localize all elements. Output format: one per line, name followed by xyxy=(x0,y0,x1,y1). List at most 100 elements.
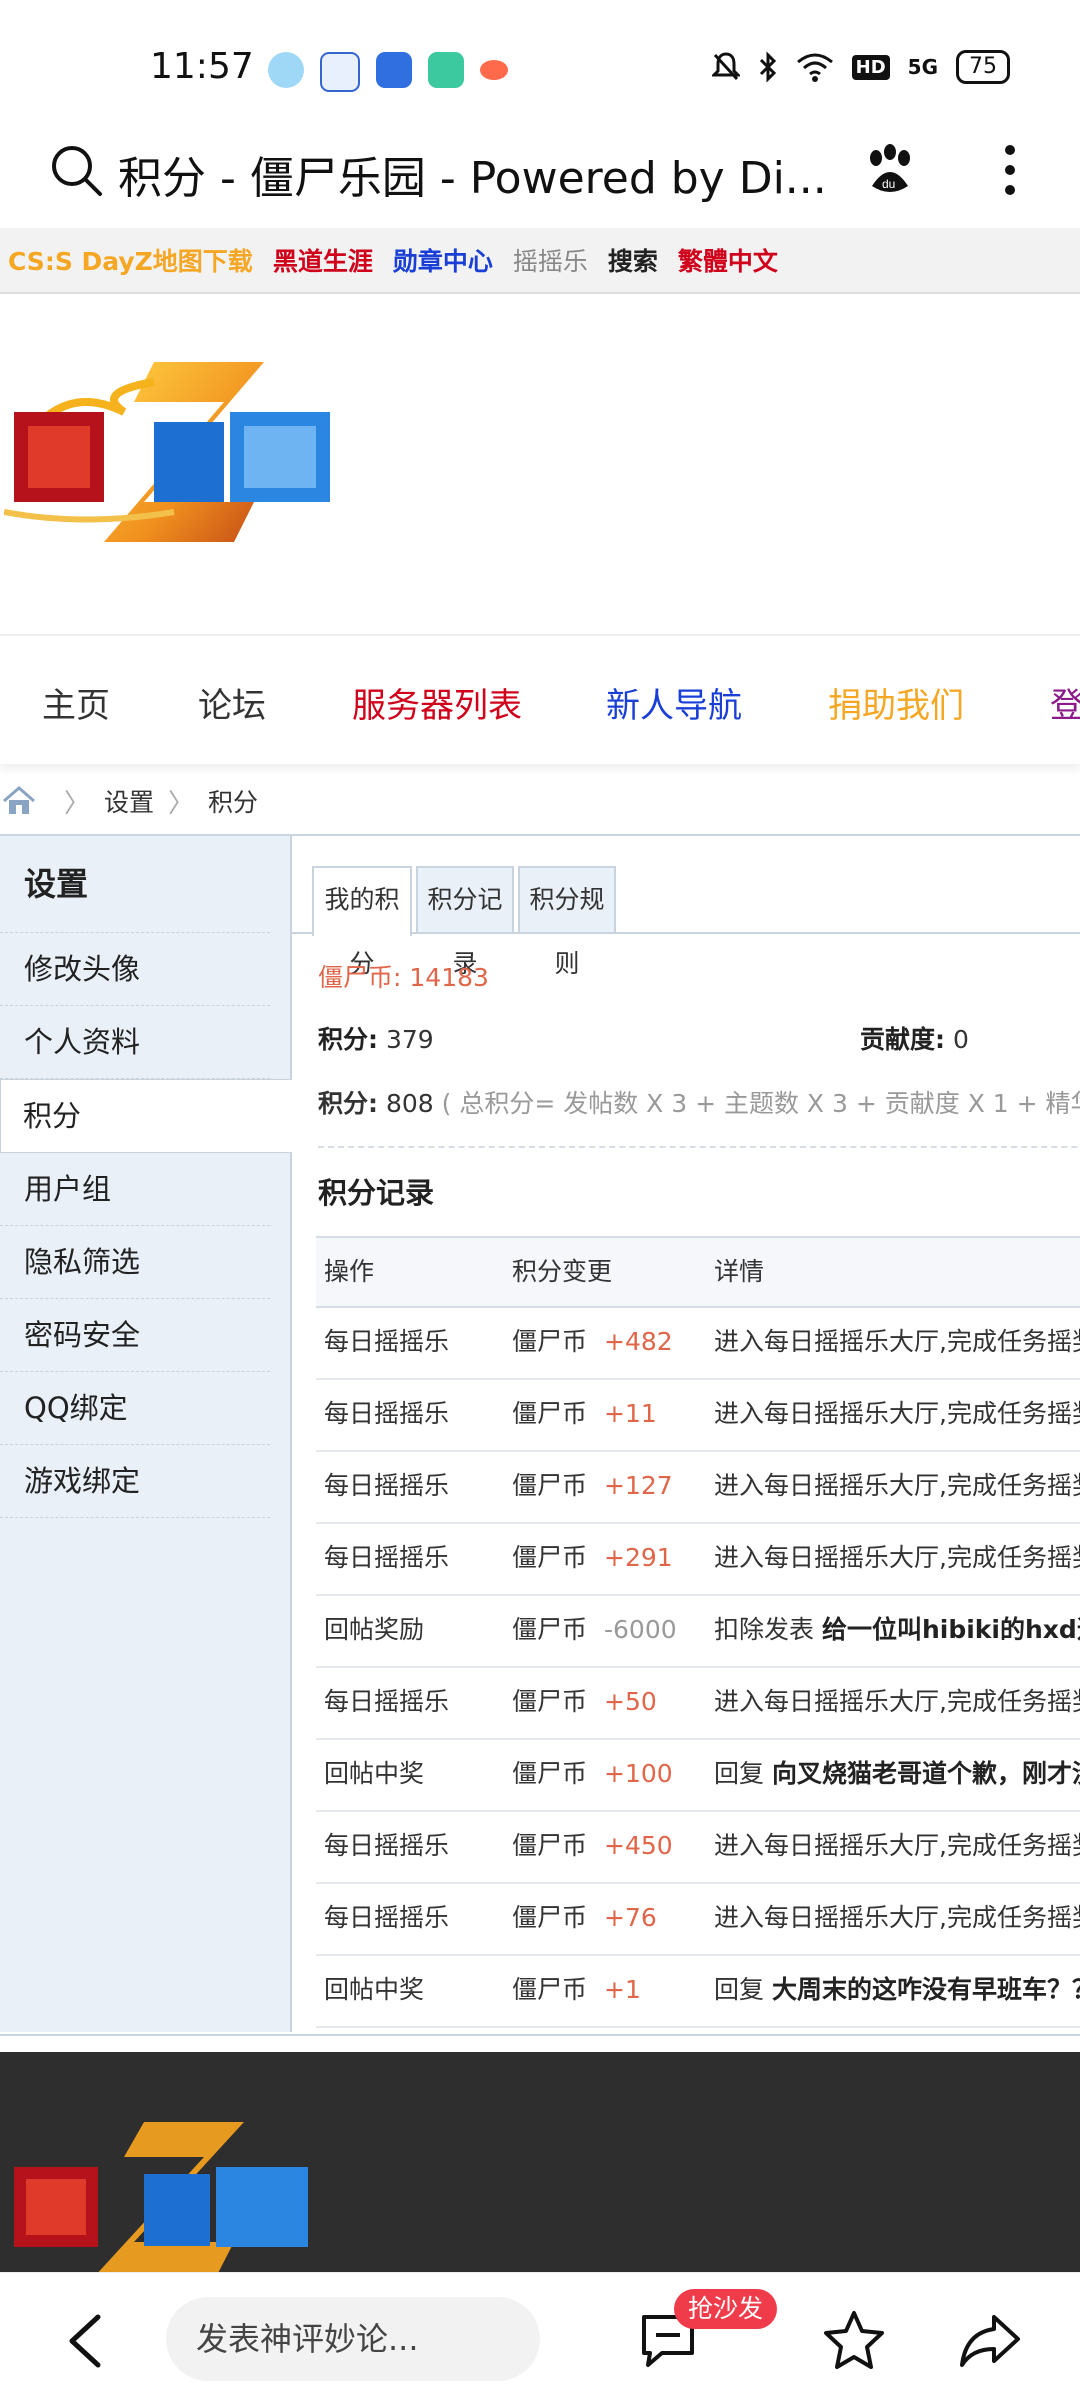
row-detail[interactable]: 进入每日摇摇乐大厅,完成任务摇奖 xyxy=(714,1524,1080,1592)
row-op: 每日摇摇乐 xyxy=(324,1831,450,1860)
total-label: 积分: xyxy=(318,1089,378,1118)
row-detail[interactable]: 进入每日摇摇乐大厅,完成任务摇奖 xyxy=(714,1452,1080,1520)
top-link-2[interactable]: 勋章中心 xyxy=(393,242,493,278)
top-link-4[interactable]: 搜索 xyxy=(608,242,658,278)
points-panel: 我的积分 积分记录 积分规则 僵尸币: 14183 积分: 379 贡献度: 0… xyxy=(292,836,1080,2032)
table-row: 每日摇摇乐 僵尸币 +450 进入每日摇摇乐大厅,完成任务摇奖 xyxy=(316,1812,1080,1884)
sidebar-item-3[interactable]: 用户组 xyxy=(0,1153,270,1226)
table-row: 每日摇摇乐 僵尸币 +76 进入每日摇摇乐大厅,完成任务摇奖 xyxy=(316,1884,1080,1956)
nav-item-2[interactable]: 服务器列表 xyxy=(352,678,522,727)
table-row: 每日摇摇乐 僵尸币 +50 进入每日摇摇乐大厅,完成任务摇奖 xyxy=(316,1668,1080,1740)
main-nav: 主页 论坛 服务器列表 新人导航 捐助我们 登 xyxy=(0,634,1080,764)
row-unit: 僵尸币 xyxy=(512,1975,588,2004)
row-unit: 僵尸币 xyxy=(512,1615,588,1644)
table-row: 每日摇摇乐 僵尸币 +11 进入每日摇摇乐大厅,完成任务摇奖 xyxy=(316,1380,1080,1452)
hd-icon: HD xyxy=(851,54,890,80)
notification-icons xyxy=(268,52,508,92)
top-link-0[interactable]: CS:S DayZ地图下载 xyxy=(8,242,253,278)
row-detail[interactable]: 进入每日摇摇乐大厅,完成任务摇奖 xyxy=(714,1380,1080,1448)
row-detail-link[interactable]: 给一位叫hibiki的hxd道个 xyxy=(822,1615,1080,1644)
row-op: 每日摇摇乐 xyxy=(324,1543,450,1572)
search-icon[interactable] xyxy=(48,142,104,198)
back-icon[interactable] xyxy=(60,2311,110,2371)
row-op: 每日摇摇乐 xyxy=(324,1687,450,1716)
breadcrumb-separator: 〉 xyxy=(168,788,195,819)
breadcrumb-settings[interactable]: 设置 xyxy=(104,783,154,819)
system-icons: HD 5G 75 xyxy=(711,50,1010,84)
nav-item-1[interactable]: 论坛 xyxy=(198,678,266,727)
site-logo[interactable] xyxy=(4,352,344,552)
top-link-1[interactable]: 黑道生涯 xyxy=(273,242,373,278)
sidebar-item-0[interactable]: 修改头像 xyxy=(0,933,270,1006)
row-unit: 僵尸币 xyxy=(512,1399,588,1428)
row-detail[interactable]: 扣除发表 给一位叫hibiki的hxd道个 xyxy=(714,1596,1080,1664)
row-detail[interactable]: 进入每日摇摇乐大厅,完成任务摇奖 xyxy=(714,1668,1080,1736)
row-unit: 僵尸币 xyxy=(512,1687,588,1716)
home-icon[interactable] xyxy=(2,786,36,816)
row-unit: 僵尸币 xyxy=(512,1831,588,1860)
page-title[interactable]: 积分 - 僵尸乐园 - Powered by Di... xyxy=(118,142,838,206)
baidu-paw-icon[interactable]: du xyxy=(862,142,918,198)
table-row: 回帖中奖 僵尸币 +100 回复 向叉烧猫老哥道个歉，刚才没 xyxy=(316,1740,1080,1812)
more-icon[interactable] xyxy=(990,140,1030,200)
sidebar-item-1[interactable]: 个人资料 xyxy=(0,1006,270,1079)
table-row: 回帖奖励 僵尸币 -6000 扣除发表 给一位叫hibiki的hxd道个 xyxy=(316,1596,1080,1668)
nav-item-5[interactable]: 登 xyxy=(1050,678,1080,727)
coin-value: 14183 xyxy=(409,963,489,992)
header-change: 积分变更 xyxy=(512,1257,613,1286)
row-change: +76 xyxy=(604,1903,657,1932)
table-row: 每日摇摇乐 僵尸币 +291 进入每日摇摇乐大厅,完成任务摇奖 xyxy=(316,1524,1080,1596)
row-detail-link[interactable]: 向叉烧猫老哥道个歉，刚才没 xyxy=(772,1759,1080,1788)
nav-item-3[interactable]: 新人导航 xyxy=(606,678,742,727)
points-formula: ( 总积分= 发帖数 X 3 + 主题数 X 3 + 贡献度 X 1 + 精华帖… xyxy=(441,1089,1080,1118)
nav-item-0[interactable]: 主页 xyxy=(42,678,110,727)
row-change: -6000 xyxy=(604,1615,677,1644)
top-link-3[interactable]: 摇摇乐 xyxy=(513,242,588,278)
browser-app-icon xyxy=(268,52,304,88)
comment-input[interactable]: 发表神评妙论... xyxy=(166,2297,540,2381)
row-unit: 僵尸币 xyxy=(512,1471,588,1500)
status-bar: 11:57 HD 5G 75 xyxy=(0,0,1080,140)
row-detail[interactable]: 进入每日摇摇乐大厅,完成任务摇奖 xyxy=(714,1884,1080,1952)
site-header xyxy=(0,296,1080,634)
row-op: 回帖中奖 xyxy=(324,1975,425,2004)
row-detail[interactable]: 进入每日摇摇乐大厅,完成任务摇奖 xyxy=(714,1308,1080,1376)
favorite-star-icon[interactable] xyxy=(822,2309,886,2371)
header-op: 操作 xyxy=(324,1257,375,1286)
row-detail[interactable]: 回复 大周末的这咋没有早班车？？ xyxy=(714,1956,1080,2024)
sidebar-item-4[interactable]: 隐私筛选 xyxy=(0,1226,270,1299)
points-value: 379 xyxy=(385,1025,434,1054)
cloud-app-icon xyxy=(376,52,412,88)
row-op: 每日摇摇乐 xyxy=(324,1903,450,1932)
row-detail[interactable]: 进入每日摇摇乐大厅,完成任务摇奖 xyxy=(714,1812,1080,1880)
share-icon[interactable] xyxy=(958,2309,1022,2371)
row-detail[interactable]: 回复 向叉烧猫老哥道个歉，刚才没 xyxy=(714,1740,1080,1808)
signal-icon: 5G xyxy=(907,55,938,79)
sidebar-item-2[interactable]: 积分 xyxy=(0,1079,292,1153)
row-unit: 僵尸币 xyxy=(512,1759,588,1788)
sidebar-item-7[interactable]: 游戏绑定 xyxy=(0,1445,270,1518)
game-app-icon xyxy=(480,60,508,80)
coin-label: 僵尸币: xyxy=(318,963,402,992)
header-detail: 详情 xyxy=(714,1257,765,1286)
tab-my-points[interactable]: 我的积分 xyxy=(312,866,412,978)
row-detail-link[interactable]: 大周末的这咋没有早班车？？ xyxy=(772,1975,1080,2004)
top-link-5[interactable]: 繁體中文 xyxy=(678,242,778,278)
site-footer xyxy=(0,2052,1080,2277)
table-row: 每日摇摇乐 僵尸币 +127 进入每日摇摇乐大厅,完成任务摇奖 xyxy=(316,1452,1080,1524)
nav-item-4[interactable]: 捐助我们 xyxy=(828,678,964,727)
tab-points-log[interactable]: 积分记录 xyxy=(416,866,514,978)
tab-points-rules[interactable]: 积分规则 xyxy=(518,866,616,978)
footer-logo[interactable] xyxy=(4,2112,324,2282)
row-detail-prefix: 回复 xyxy=(714,1975,765,2004)
row-op: 回帖奖励 xyxy=(324,1615,425,1644)
mute-bell-icon xyxy=(711,52,740,81)
bottom-toolbar: 发表神评妙论... 抢沙发 xyxy=(0,2272,1080,2401)
sidebar-item-6[interactable]: QQ绑定 xyxy=(0,1372,270,1445)
sidebar-item-5[interactable]: 密码安全 xyxy=(0,1299,270,1372)
row-unit: 僵尸币 xyxy=(512,1903,588,1932)
battery-icon: 75 xyxy=(956,50,1010,84)
breadcrumb-points[interactable]: 积分 xyxy=(208,783,258,819)
total-value: 808 xyxy=(385,1089,434,1118)
breadcrumb-separator: 〉 xyxy=(64,788,91,819)
